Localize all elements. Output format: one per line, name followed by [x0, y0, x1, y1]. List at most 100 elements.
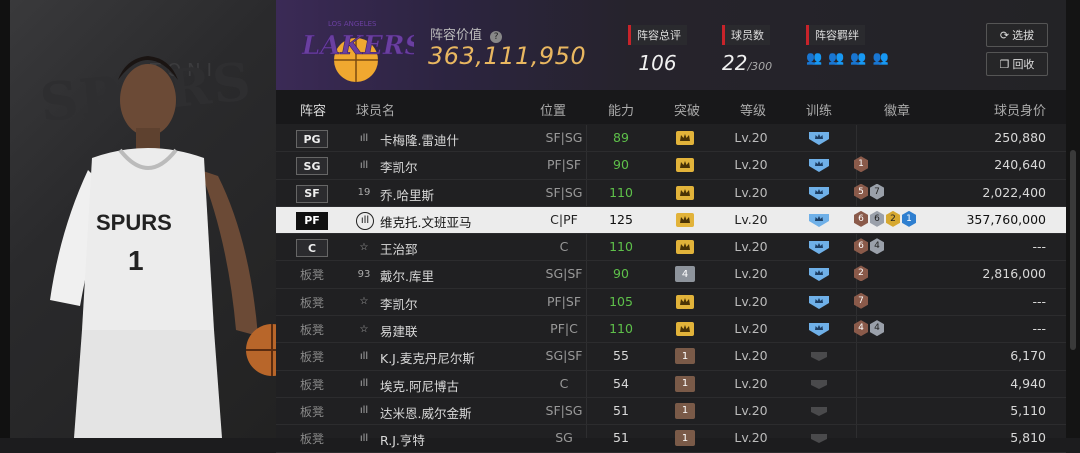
player-row[interactable]: SF 19 乔.哈里斯 SF|SG 110 Lv.20 57 2,022,400: [276, 180, 1066, 207]
player-position: C: [559, 239, 569, 255]
recycle-button[interactable]: ❐ 回收: [986, 52, 1048, 76]
player-level: Lv.20: [734, 348, 768, 364]
player-rating: 54: [613, 375, 629, 391]
player-row[interactable]: 板凳 93 戴尔.库里 SG|SF 90 4 Lv.20 2 2,816,000: [276, 261, 1066, 289]
badge-icon[interactable]: 4: [870, 238, 884, 255]
lineup-panel: LAKERS LOS ANGELES 阵容价值 ? 363,111,950 阵容…: [276, 0, 1066, 453]
player-row[interactable]: C ☆ 王治郅 C 110 Lv.20 64 ---: [276, 234, 1066, 262]
jersey-icon: ☆: [359, 241, 369, 253]
player-row[interactable]: 板凳 ıll R.J.亨特 SG 51 1 Lv.20 5,810: [276, 425, 1066, 453]
badge-icon[interactable]: 1: [854, 156, 868, 173]
lineup-slot[interactable]: SF: [296, 184, 328, 203]
player-name[interactable]: 戴尔.库里: [380, 266, 434, 285]
badge-icon[interactable]: 1: [902, 210, 916, 227]
player-level: Lv.20: [734, 157, 768, 173]
lineup-slot[interactable]: C: [296, 239, 328, 258]
col-rating: 能力: [608, 104, 635, 119]
player-name[interactable]: 乔.哈里斯: [380, 185, 434, 204]
player-row[interactable]: 板凳 ıll 达米恩.威尔金斯 SF|SG 51 1 Lv.20 5,110: [276, 398, 1066, 426]
player-name[interactable]: 李凯尔: [380, 294, 418, 313]
bond-gold-icon[interactable]: 👥: [850, 51, 866, 66]
player-row[interactable]: 板凳 ıll 埃克.阿尼博古 C 54 1 Lv.20 4,940: [276, 371, 1066, 398]
badge-list: 1: [854, 156, 868, 173]
player-illustration: SPURS 1: [50, 56, 276, 438]
jersey-icon: 19: [357, 187, 371, 199]
player-name[interactable]: 王治郅: [380, 239, 418, 258]
badge-icon[interactable]: 4: [854, 320, 868, 337]
jersey-icon: ☆: [359, 296, 369, 308]
player-name[interactable]: 易建联: [380, 321, 418, 340]
player-hero-image: TONI SPURS SPURS 1: [0, 0, 276, 438]
player-level: Lv.20: [734, 293, 768, 309]
bench-label: 板凳: [300, 377, 325, 392]
player-row[interactable]: 板凳 ☆ 李凯尔 PF|SF 105 Lv.20 7 ---: [276, 289, 1066, 317]
breakthrough-level-icon: 1: [675, 348, 695, 365]
bench-label: 板凳: [300, 323, 325, 338]
breakthrough-level-icon: 1: [675, 430, 695, 447]
badge-icon[interactable]: 7: [870, 183, 884, 200]
jersey-icon: ıll: [359, 405, 369, 417]
bond-bronze-icon[interactable]: 👥: [806, 51, 822, 66]
training-icon: [809, 159, 829, 173]
lakers-logo: LAKERS LOS ANGELES: [301, 20, 414, 82]
badge-icon[interactable]: 6: [870, 210, 884, 227]
player-price: 2,022,400: [982, 184, 1046, 200]
player-name[interactable]: K.J.麦克丹尼尔斯: [380, 348, 475, 367]
bond-icons[interactable]: 👥 👥 👥 👥: [806, 51, 889, 66]
col-breakthrough: 突破: [674, 104, 701, 119]
player-name[interactable]: 李凯尔: [380, 157, 418, 176]
player-price: 4,940: [1010, 375, 1046, 391]
training-empty-icon: [811, 379, 827, 389]
player-name[interactable]: 达米恩.威尔金斯: [380, 403, 471, 422]
badge-icon[interactable]: 5: [854, 183, 868, 200]
bond-silver-icon[interactable]: 👥: [828, 51, 844, 66]
bench-label: 板凳: [300, 295, 325, 310]
breakthrough-crown-icon: [676, 240, 694, 255]
player-rating: 105: [609, 293, 633, 309]
badge-icon[interactable]: 4: [870, 320, 884, 337]
scrollbar[interactable]: [1066, 0, 1080, 438]
filter-button-label: 选拔: [1012, 29, 1035, 42]
breakthrough-crown-icon: [676, 322, 694, 337]
player-row[interactable]: PF ıll 维克托.文班亚马 C|PF 125 Lv.20 6621 357,…: [276, 206, 1066, 235]
badge-icon[interactable]: 2: [854, 265, 868, 282]
player-level: Lv.20: [734, 130, 768, 145]
filter-button[interactable]: ⟳ 选拔: [986, 23, 1048, 47]
badge-icon[interactable]: 7: [854, 292, 868, 309]
badge-icon[interactable]: 2: [886, 210, 900, 227]
badge-icon[interactable]: 6: [854, 238, 868, 255]
training-empty-icon: [811, 352, 827, 362]
player-row[interactable]: SG ıll 李凯尔 PF|SF 90 Lv.20 1 240,640: [276, 152, 1066, 180]
bench-label: 板凳: [300, 432, 325, 447]
player-list: PG ıll 卡梅隆.雷迪什 SF|SG 89 Lv.20 250,880 SG…: [276, 125, 1066, 453]
bench-label: 板凳: [300, 404, 325, 419]
lineup-slot[interactable]: PG: [296, 130, 328, 148]
player-position: SF|SG: [545, 402, 583, 418]
stat-count-max: /300: [747, 60, 773, 73]
scrollbar-thumb[interactable]: [1070, 150, 1076, 350]
refresh-icon: ⟳: [999, 28, 1010, 42]
badge-icon[interactable]: 6: [854, 210, 868, 227]
training-empty-icon: [811, 406, 827, 416]
lineup-slot[interactable]: SG: [296, 157, 328, 176]
player-name[interactable]: R.J.亨特: [380, 430, 425, 449]
player-name[interactable]: 卡梅隆.雷迪什: [380, 130, 459, 149]
bond-blue-icon[interactable]: 👥: [873, 51, 889, 66]
badge-list: 57: [854, 183, 884, 200]
player-position: PF|SF: [546, 157, 582, 173]
player-name[interactable]: 维克托.文班亚马: [380, 212, 471, 231]
recycle-button-label: 回收: [1012, 58, 1035, 71]
player-row[interactable]: 板凳 ☆ 易建联 PF|C 110 Lv.20 44 ---: [276, 316, 1066, 344]
player-name[interactable]: 埃克.阿尼博古: [380, 376, 459, 395]
player-row[interactable]: 板凳 ıll K.J.麦克丹尼尔斯 SG|SF 55 1 Lv.20 6,170: [276, 343, 1066, 371]
player-row[interactable]: PG ıll 卡梅隆.雷迪什 SF|SG 89 Lv.20 250,880: [276, 125, 1066, 153]
jersey-icon: 93: [357, 268, 371, 280]
breakthrough-crown-icon: [676, 185, 694, 200]
badge-list: 6621: [854, 210, 916, 227]
jersey-icon: ☆: [359, 323, 369, 335]
lineup-slot[interactable]: PF: [296, 211, 328, 230]
badge-list: 2: [854, 265, 868, 282]
svg-text:SPURS: SPURS: [96, 210, 172, 235]
jersey-icon: ıll: [359, 350, 369, 362]
jersey-icon: ıll: [359, 132, 369, 144]
